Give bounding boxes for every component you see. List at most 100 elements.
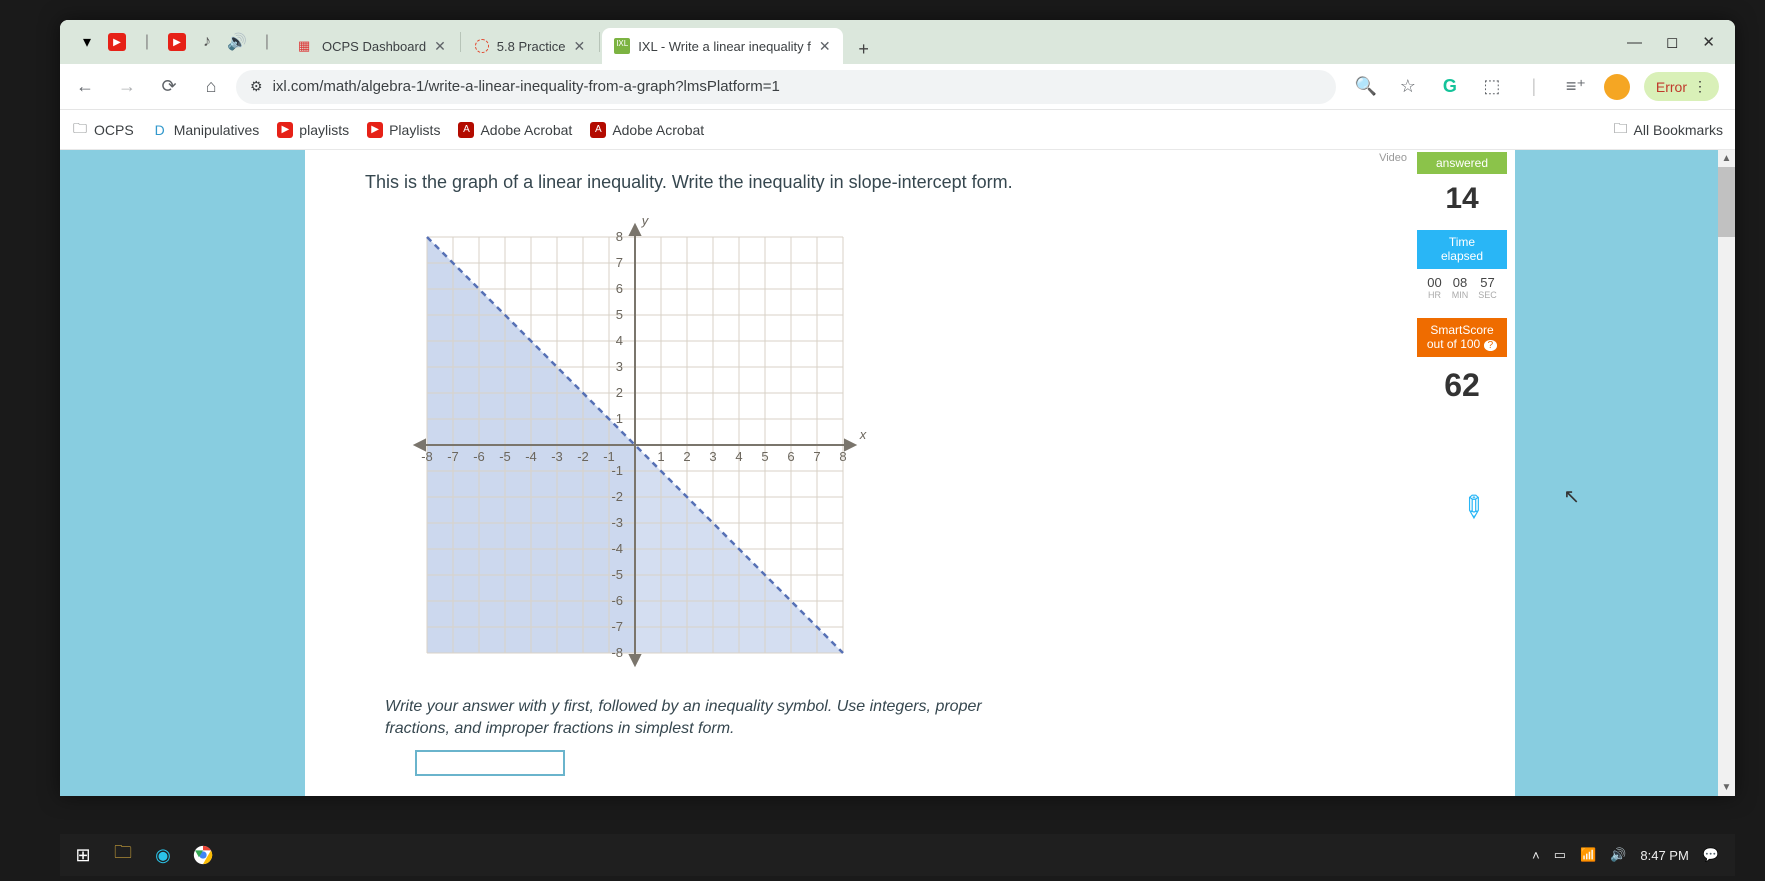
tab-58-practice[interactable]: 5.8 Practice ✕: [463, 28, 597, 64]
svg-text:8: 8: [616, 229, 623, 244]
canvas-icon: [475, 39, 489, 53]
grid-icon: ▦: [298, 38, 314, 54]
svg-text:-8: -8: [611, 645, 623, 660]
start-button[interactable]: ⊞: [66, 838, 100, 872]
youtube-icon[interactable]: ▶: [168, 33, 186, 51]
scratchpad-pencil-icon[interactable]: ✎: [1451, 486, 1494, 529]
youtube-icon[interactable]: ▶: [108, 33, 126, 51]
battery-icon[interactable]: ▭: [1554, 847, 1566, 863]
video-chip[interactable]: Video: [1379, 152, 1407, 164]
extensions-icon[interactable]: ⬚: [1478, 73, 1506, 101]
svg-text:-7: -7: [447, 449, 459, 464]
bookmark-star-icon[interactable]: ☆: [1394, 73, 1422, 101]
tab-ixl-active[interactable]: IXL IXL - Write a linear inequality f ✕: [602, 28, 842, 64]
all-bookmarks-label: All Bookmarks: [1634, 122, 1723, 138]
reading-list-icon[interactable]: ≡⁺: [1562, 73, 1590, 101]
bookmark-ocps[interactable]: 🗀 OCPS: [72, 122, 134, 138]
notifications-icon[interactable]: 💬: [1703, 847, 1719, 863]
bookmark-playlists-1[interactable]: ▶ playlists: [277, 122, 349, 138]
grammarly-icon[interactable]: G: [1436, 73, 1464, 101]
windows-taskbar: ⊞ 🗀 ◉ ˄ ▭ 📶 🔊 8:47 PM 💬: [60, 834, 1735, 876]
ixl-content: Video This is the graph of a linear ineq…: [305, 150, 1515, 796]
file-explorer-icon[interactable]: 🗀: [106, 838, 140, 872]
info-icon[interactable]: ?: [1484, 340, 1498, 351]
svg-text:3: 3: [709, 449, 716, 464]
vertical-scrollbar[interactable]: ▲ ▼: [1718, 150, 1735, 796]
adobe-icon: A: [458, 122, 474, 138]
bookmark-label: Manipulatives: [174, 122, 260, 138]
svg-text:3: 3: [616, 359, 623, 374]
close-icon[interactable]: ✕: [573, 38, 585, 55]
scroll-down-arrow-icon[interactable]: ▼: [1718, 779, 1735, 796]
svg-text:1: 1: [657, 449, 664, 464]
svg-text:5: 5: [761, 449, 768, 464]
new-tab-button[interactable]: +: [849, 34, 879, 64]
svg-text:-5: -5: [611, 567, 623, 582]
bookmark-adobe-1[interactable]: A Adobe Acrobat: [458, 122, 572, 138]
svg-text:8: 8: [839, 449, 846, 464]
site-settings-icon[interactable]: ⚙: [250, 78, 263, 95]
error-chip[interactable]: Error ⋮: [1644, 72, 1719, 101]
wifi-icon[interactable]: 📶: [1580, 847, 1596, 863]
youtube-icon: ▶: [277, 122, 293, 138]
taskbar-clock[interactable]: 8:47 PM: [1640, 848, 1688, 863]
home-button[interactable]: ⌂: [194, 70, 228, 104]
all-bookmarks-button[interactable]: 🗀 All Bookmarks: [1614, 118, 1723, 142]
divider: |: [258, 33, 276, 51]
page-viewport: Video This is the graph of a linear ineq…: [60, 150, 1735, 796]
svg-text:-7: -7: [611, 619, 623, 634]
youtube-icon: ▶: [367, 122, 383, 138]
bookmark-adobe-2[interactable]: A Adobe Acrobat: [590, 122, 704, 138]
answer-input[interactable]: [415, 750, 565, 776]
tab-title: 5.8 Practice: [497, 39, 566, 54]
folder-icon: 🗀: [72, 122, 88, 138]
answered-label: answered: [1417, 152, 1507, 174]
smartscore-value: 62: [1417, 357, 1507, 410]
questions-answered-box: answered 14: [1417, 152, 1507, 230]
tab-title: IXL - Write a linear inequality f: [638, 39, 811, 54]
svg-text:-3: -3: [551, 449, 563, 464]
bookmark-playlists-2[interactable]: ▶ Playlists: [367, 122, 440, 138]
tab-strip-leading-icons: ▾ ▶ | ▶ ♪ 🔊 |: [68, 20, 286, 64]
maximize-button[interactable]: ◻: [1666, 33, 1678, 51]
mouse-cursor-icon: ↖: [1563, 484, 1580, 509]
stats-sidebar: answered 14 Timeelapsed 00HR 08MIN 57SEC: [1413, 152, 1511, 410]
chrome-icon[interactable]: [186, 838, 220, 872]
reload-button[interactable]: ⟳: [152, 70, 186, 104]
toolbar: ← → ⟳ ⌂ ⚙ ixl.com/math/algebra-1/write-a…: [60, 64, 1735, 110]
bookmark-label: playlists: [299, 122, 349, 138]
back-button[interactable]: ←: [68, 70, 102, 104]
edge-icon[interactable]: ◉: [146, 838, 180, 872]
url-text: ixl.com/math/algebra-1/write-a-linear-in…: [273, 78, 780, 95]
zoom-icon[interactable]: 🔍: [1352, 73, 1380, 101]
sound-icon[interactable]: 🔊: [1610, 847, 1626, 863]
address-bar[interactable]: ⚙ ixl.com/math/algebra-1/write-a-linear-…: [236, 70, 1336, 104]
tray-chevron-icon[interactable]: ˄: [1532, 848, 1540, 863]
ixl-icon: IXL: [614, 38, 630, 54]
svg-text:5: 5: [616, 307, 623, 322]
music-note-icon[interactable]: ♪: [198, 33, 216, 51]
svg-text:x: x: [859, 427, 867, 442]
close-window-button[interactable]: ✕: [1702, 33, 1715, 51]
svg-text:-6: -6: [473, 449, 485, 464]
close-icon[interactable]: ✕: [819, 38, 831, 55]
svg-text:-6: -6: [611, 593, 623, 608]
bookmarks-bar: 🗀 OCPS D Manipulatives ▶ playlists ▶ Pla…: [60, 110, 1735, 150]
svg-text:-2: -2: [611, 489, 623, 504]
kebab-menu-icon[interactable]: ⋮: [1693, 78, 1707, 95]
svg-text:7: 7: [616, 255, 623, 270]
minimize-button[interactable]: —: [1627, 34, 1642, 51]
bookmark-label: Playlists: [389, 122, 440, 138]
close-icon[interactable]: ✕: [434, 38, 446, 55]
speaker-icon[interactable]: 🔊: [228, 33, 246, 51]
tab-ocps-dashboard[interactable]: ▦ OCPS Dashboard ✕: [286, 28, 458, 64]
scroll-up-arrow-icon[interactable]: ▲: [1718, 150, 1735, 167]
scrollbar-thumb[interactable]: [1718, 167, 1735, 237]
forward-button[interactable]: →: [110, 70, 144, 104]
divider: |: [138, 33, 156, 51]
chevron-down-icon[interactable]: ▾: [78, 33, 96, 51]
profile-avatar[interactable]: [1604, 74, 1630, 100]
svg-text:-3: -3: [611, 515, 623, 530]
graph-svg: -8-7-6 -5-4-3 -2-1 123 456 78 87 65 43 2…: [395, 205, 875, 685]
bookmark-manipulatives[interactable]: D Manipulatives: [152, 122, 260, 138]
